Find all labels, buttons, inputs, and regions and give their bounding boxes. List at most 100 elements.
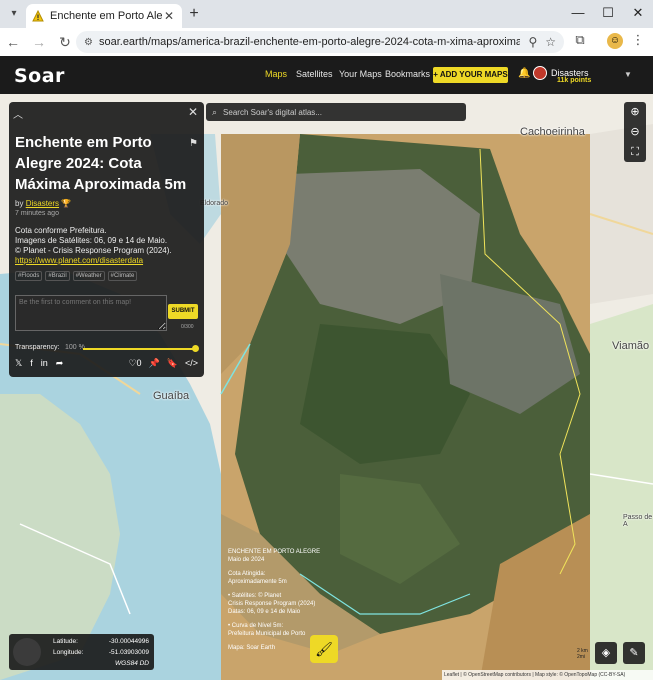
user-avatar[interactable] — [533, 66, 547, 80]
chevron-up-icon[interactable]: ︿ — [13, 106, 23, 121]
share-icon[interactable]: ➦ — [56, 358, 64, 369]
browser-tab[interactable]: Enchente em Porto Alegre 2024 ✕ — [26, 4, 182, 28]
like-button[interactable]: ♡0 — [128, 358, 141, 369]
tag-list: #Floods #Brazil #Weather #Climate — [15, 271, 138, 281]
atlas-search-bar[interactable]: ⌕ Search Soar's digital atlas... — [206, 103, 466, 121]
user-points: 11k points — [557, 77, 592, 84]
search-icon: ⌕ — [212, 106, 218, 117]
forward-icon[interactable]: → — [26, 34, 52, 50]
label-cachoeirinha: Cachoeirinha — [520, 126, 585, 138]
address-bar[interactable]: ⚙ soar.earth/maps/america-brazil-enchent… — [76, 31, 564, 53]
author-link[interactable]: Disasters — [26, 199, 59, 208]
legend-curve-1: • Curva de Nível 5m: — [228, 623, 284, 629]
menu-icon[interactable]: ⋮ — [628, 32, 648, 48]
label-eldorado: Eldorado — [200, 200, 229, 207]
scale-bar: 2 km 2mi — [577, 648, 588, 660]
trophy-icon: 🏆 — [61, 199, 72, 208]
by-prefix: by — [15, 199, 24, 208]
nav-satellites[interactable]: Satellites — [296, 69, 333, 79]
transparency-slider[interactable] — [83, 348, 195, 350]
pin-icon[interactable]: 📌 — [149, 358, 160, 369]
desc-line: © Planet - Crisis Response Program (2024… — [15, 246, 172, 255]
zoom-in-icon[interactable]: ⊕ — [624, 102, 646, 122]
transparency-slider-handle[interactable] — [192, 345, 199, 352]
map-actions: ♡0 📌 🔖 </> — [128, 358, 198, 369]
label-passo: Passo de A — [623, 514, 653, 528]
brush-icon: 🖌 — [315, 641, 333, 657]
legend-cota-value: Aproximadamente 5m — [228, 579, 287, 585]
profile-avatar[interactable]: ☺ — [607, 33, 623, 49]
tag-climate[interactable]: #Climate — [107, 271, 138, 281]
legend-sat-2: Crisis Response Program (2024) — [228, 601, 316, 607]
close-icon[interactable]: ✕ — [188, 105, 198, 119]
flag-icon[interactable]: ⚑ — [189, 138, 198, 149]
share-buttons: 𝕏 f in ➦ — [15, 358, 63, 369]
embed-code-icon[interactable]: </> — [185, 358, 198, 369]
layers-icon[interactable]: ◈ — [595, 642, 617, 664]
coordinates-widget: Latitude: -30.00044996 Longitude: -51.03… — [9, 634, 154, 670]
longitude-label: Longitude: — [53, 649, 84, 656]
draw-tool-button[interactable]: 🖌 — [310, 635, 338, 663]
scale-mi: 2mi — [577, 654, 586, 660]
transparency-label: Transparency: — [15, 344, 60, 351]
legend-date: Maio de 2024 — [228, 557, 265, 563]
zoom-out-icon[interactable]: ⊖ — [624, 122, 646, 142]
soar-navbar: Soar Maps Satellites Your Maps Bookmarks… — [0, 56, 653, 94]
new-tab-button[interactable]: + — [184, 4, 204, 24]
map-attribution: Leaflet | © OpenStreetMap contributors |… — [442, 670, 653, 680]
label-guaiba: Guaíba — [153, 390, 190, 402]
map-info-panel: ︿ ✕ ⚑ Enchente em Porto Alegre 2024: Cot… — [9, 102, 204, 377]
like-count: 0 — [136, 358, 142, 368]
x-share-icon[interactable]: 𝕏 — [15, 358, 22, 369]
extensions-icon[interactable]: ⧉ — [570, 32, 590, 48]
tab-close-icon[interactable]: ✕ — [162, 9, 176, 23]
browser-toolbar: ← → ↻ ⚙ soar.earth/maps/america-brazil-e… — [0, 28, 653, 56]
search-placeholder: Search Soar's digital atlas... — [223, 107, 322, 117]
char-count: 0/300 — [181, 324, 194, 330]
nav-your-maps[interactable]: Your Maps — [339, 69, 382, 79]
legend-cota-label: Cota Atingida: — [228, 571, 266, 577]
map-description: Cota conforme Prefeitura. Imagens de Sat… — [15, 226, 200, 256]
submit-button[interactable]: SUBMIT — [168, 304, 198, 319]
facebook-icon[interactable]: f — [30, 358, 33, 369]
desc-line: Imagens de Satélites: 06, 09 e 14 de Mai… — [15, 236, 168, 245]
minimize-button[interactable]: — — [563, 5, 593, 20]
author-line: by Disasters 🏆 — [15, 199, 71, 208]
pencil-icon[interactable]: ✎ — [623, 642, 645, 664]
comment-input[interactable] — [15, 295, 167, 331]
maximize-button[interactable]: ☐ — [593, 5, 623, 21]
site-info-icon[interactable]: ⚙ — [84, 37, 93, 48]
tab-search-icon[interactable]: ▾ — [6, 6, 22, 22]
back-icon[interactable]: ← — [0, 34, 26, 50]
label-viamao: Viamão — [612, 340, 650, 352]
zoom-controls: ⊕ ⊖ ⛶ — [624, 102, 646, 162]
bookmark-icon[interactable]: 🔖 — [167, 358, 178, 369]
posted-time: 7 minutes ago — [15, 210, 59, 217]
zoom-icon[interactable]: ⚲ — [528, 35, 537, 49]
tab-title: Enchente em Porto Alegre 2024 — [50, 10, 162, 22]
user-menu-chevron-icon[interactable]: ▼ — [624, 70, 632, 79]
tag-floods[interactable]: #Floods — [15, 271, 43, 281]
desc-line: Cota conforme Prefeitura. — [15, 226, 107, 235]
warning-favicon-icon — [32, 10, 44, 22]
nav-bookmarks[interactable]: Bookmarks — [385, 69, 430, 79]
map-title: Enchente em Porto Alegre 2024: Cota Máxi… — [15, 134, 187, 193]
browser-tabstrip: ▾ Enchente em Porto Alegre 2024 ✕ + — ☐ … — [0, 0, 653, 28]
add-your-maps-button[interactable]: + ADD YOUR MAPS — [433, 67, 508, 83]
legend-title: ENCHENTE EM PORTO ALEGRE — [228, 549, 321, 555]
planet-link[interactable]: https://www.planet.com/disasterdata — [15, 256, 143, 265]
close-window-button[interactable]: ✕ — [623, 5, 653, 21]
tag-weather[interactable]: #Weather — [72, 271, 105, 281]
screenshot-icon[interactable]: ⛶ — [624, 142, 646, 162]
linkedin-icon[interactable]: in — [41, 358, 48, 369]
legend-sat-1: • Satélites: © Planet — [228, 593, 282, 599]
nav-maps[interactable]: Maps — [265, 69, 287, 79]
tag-brazil[interactable]: #Brazil — [45, 271, 70, 281]
reload-icon[interactable]: ↻ — [52, 34, 78, 51]
legend-sat-3: Datas: 06, 09 e 14 de Maio — [228, 609, 301, 615]
url-text: soar.earth/maps/america-brazil-enchente-… — [98, 36, 521, 48]
notification-bell-icon[interactable]: 🔔 — [518, 68, 530, 79]
mini-globe-icon — [13, 638, 41, 666]
soar-logo[interactable]: Soar — [14, 65, 65, 87]
bookmark-star-icon[interactable]: ☆ — [545, 35, 556, 49]
